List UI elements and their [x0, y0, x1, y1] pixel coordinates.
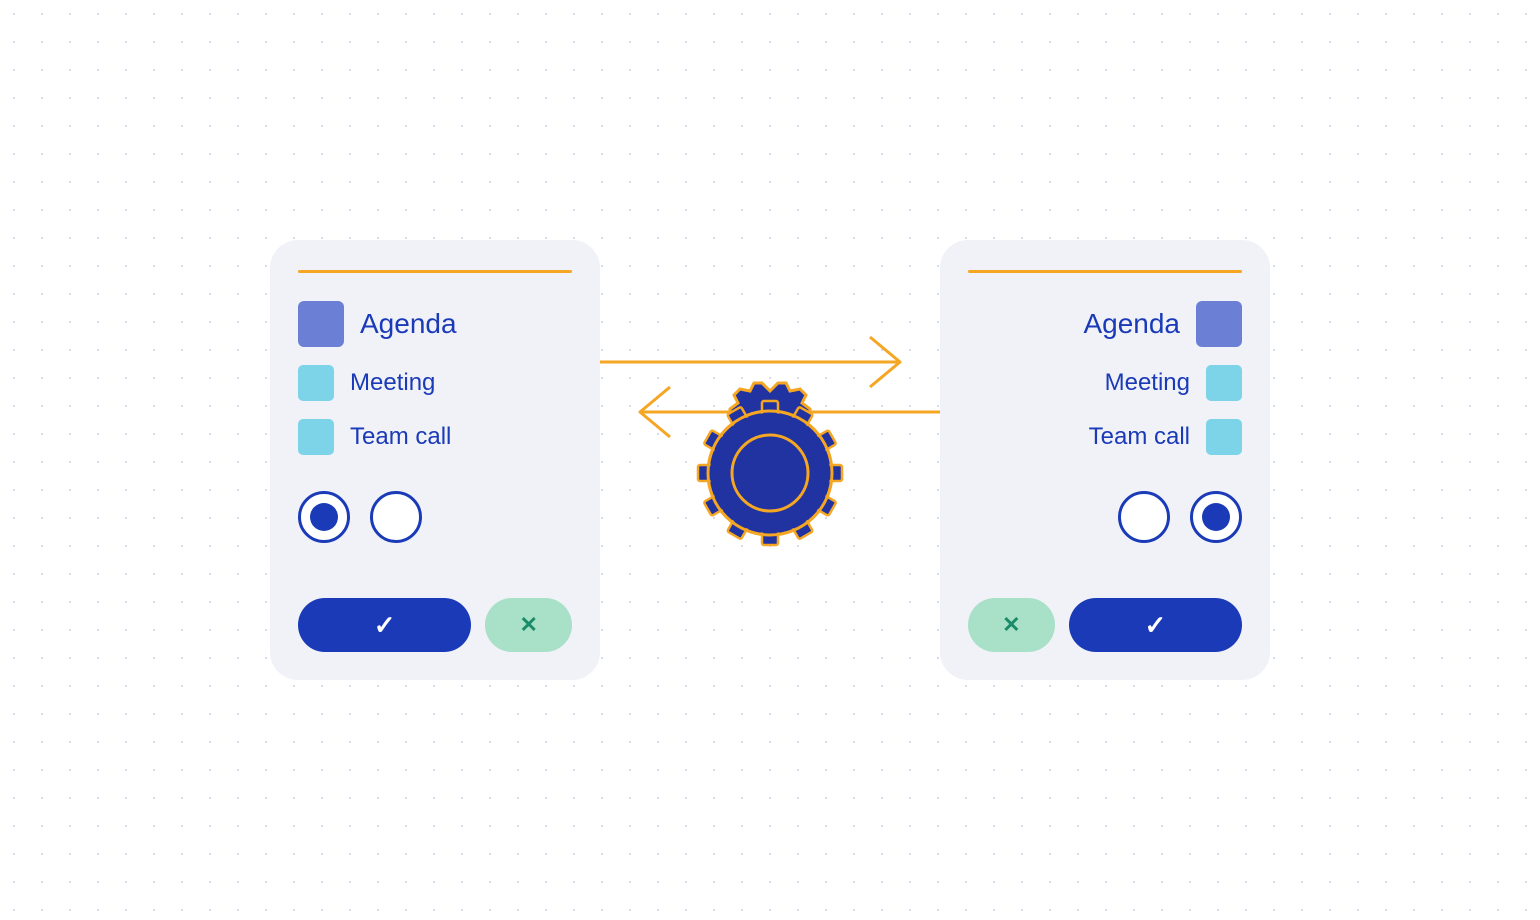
- right-agenda-icon: [1196, 301, 1242, 347]
- left-btn-row: ✓ ✕: [298, 598, 572, 652]
- right-teamcall-label: Team call: [1089, 423, 1190, 451]
- left-agenda-label: Agenda: [360, 308, 457, 340]
- right-teamcall-row: Team call: [968, 419, 1242, 455]
- right-meeting-row: Meeting: [968, 365, 1242, 401]
- right-agenda-row: Agenda: [968, 301, 1242, 347]
- left-meeting-row: Meeting: [298, 365, 572, 401]
- right-confirm-button[interactable]: ✓: [1069, 598, 1242, 652]
- right-radio-row: [968, 491, 1242, 543]
- left-checkmark-icon: ✓: [374, 610, 396, 641]
- left-confirm-button[interactable]: ✓: [298, 598, 471, 652]
- left-agenda-row: Agenda: [298, 301, 572, 347]
- left-meeting-icon: [298, 365, 334, 401]
- right-meeting-icon: [1206, 365, 1242, 401]
- left-cancel-button[interactable]: ✕: [485, 598, 572, 652]
- left-card: Agenda Meeting Team call ✓ ✕: [270, 240, 600, 680]
- left-teamcall-row: Team call: [298, 419, 572, 455]
- right-btn-row: ✕ ✓: [968, 598, 1242, 652]
- left-x-icon: ✕: [519, 612, 537, 638]
- right-radio-2[interactable]: [1190, 491, 1242, 543]
- scene-wrapper: Agenda Meeting Team call ✓ ✕ Agen: [170, 240, 1370, 680]
- left-radio-1[interactable]: [298, 491, 350, 543]
- gear-svg: [670, 373, 870, 573]
- right-meeting-label: Meeting: [1105, 369, 1190, 397]
- right-card-top-line: [968, 270, 1242, 273]
- right-checkmark-icon: ✓: [1144, 610, 1166, 641]
- left-teamcall-icon: [298, 419, 334, 455]
- right-agenda-label: Agenda: [1083, 308, 1180, 340]
- left-radio-row: [298, 491, 572, 543]
- left-agenda-icon: [298, 301, 344, 347]
- right-teamcall-icon: [1206, 419, 1242, 455]
- left-radio-2[interactable]: [370, 491, 422, 543]
- left-card-top-line: [298, 270, 572, 273]
- right-card: Agenda Meeting Team call ✕ ✓: [940, 240, 1270, 680]
- right-x-icon: ✕: [1002, 612, 1020, 638]
- right-cancel-button[interactable]: ✕: [968, 598, 1055, 652]
- right-radio-1[interactable]: [1118, 491, 1170, 543]
- left-teamcall-label: Team call: [350, 423, 451, 451]
- left-meeting-label: Meeting: [350, 369, 435, 397]
